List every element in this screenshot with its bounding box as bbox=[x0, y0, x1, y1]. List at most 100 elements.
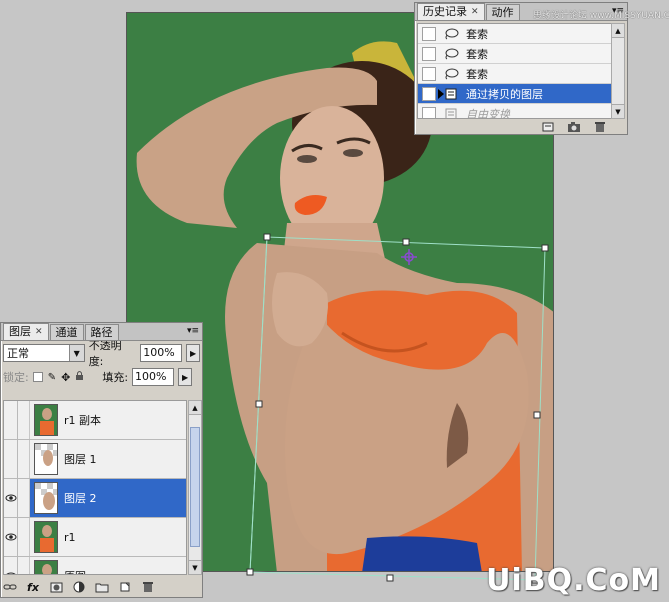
tab-layers[interactable]: 图层 ✕ bbox=[3, 323, 49, 340]
layer-thumbnail bbox=[34, 443, 58, 475]
opacity-slider-arrow-icon[interactable]: ▶ bbox=[186, 344, 200, 362]
lock-transparency-icon[interactable] bbox=[32, 372, 43, 382]
transform-handle-mid-right[interactable] bbox=[533, 411, 541, 419]
history-item[interactable]: 套索 bbox=[418, 64, 612, 84]
layers-scrollbar[interactable]: ▲ ▼ bbox=[188, 400, 202, 575]
transform-handle-bottom-left[interactable] bbox=[246, 568, 254, 576]
layers-list: r1 副本 图层 1 图层 2 r1 bbox=[3, 400, 187, 575]
transform-handle-top-mid[interactable] bbox=[402, 238, 410, 246]
tab-channels[interactable]: 通道 bbox=[49, 324, 84, 340]
eye-icon bbox=[5, 572, 16, 574]
lock-fill-row: 锁定: ✎ ✥ 填充: 100% ▶ bbox=[1, 365, 202, 389]
eye-icon bbox=[5, 533, 16, 541]
scroll-up-icon[interactable]: ▲ bbox=[612, 24, 624, 38]
new-document-from-state-icon[interactable] bbox=[541, 121, 555, 133]
tab-actions[interactable]: 动作 bbox=[485, 4, 520, 20]
blend-mode-select[interactable]: 正常 ▼ bbox=[3, 344, 85, 362]
layer-name: 原图 bbox=[64, 568, 86, 574]
lock-all-icon[interactable] bbox=[75, 370, 84, 384]
camera-icon[interactable] bbox=[567, 121, 581, 133]
link-cell[interactable] bbox=[18, 401, 30, 439]
tab-label: 动作 bbox=[491, 5, 514, 19]
history-state-arrow-icon bbox=[438, 89, 444, 99]
lock-move-icon[interactable]: ✥ bbox=[61, 371, 70, 384]
lock-brush-icon[interactable]: ✎ bbox=[48, 372, 56, 383]
close-icon[interactable]: ✕ bbox=[35, 325, 43, 339]
history-scrollbar[interactable]: ▲ ▼ bbox=[611, 23, 625, 119]
trash-icon[interactable] bbox=[141, 581, 155, 593]
transform-handle-bottom-mid[interactable] bbox=[386, 574, 394, 582]
link-cell[interactable] bbox=[18, 557, 30, 574]
transform-handle-top-right[interactable] bbox=[541, 244, 549, 252]
visibility-toggle[interactable] bbox=[4, 518, 18, 556]
snapshot-checkbox[interactable] bbox=[422, 66, 436, 81]
layer-style-fx-icon[interactable]: fx bbox=[26, 581, 40, 594]
fill-input[interactable]: 100% bbox=[132, 368, 175, 386]
fill-label: 填充: bbox=[102, 371, 129, 384]
snapshot-checkbox[interactable] bbox=[422, 26, 436, 41]
history-item-selected[interactable]: 通过拷贝的图层 bbox=[418, 84, 612, 104]
history-item-label: 套索 bbox=[466, 27, 488, 41]
tab-label: 历史记录 bbox=[423, 5, 467, 18]
layer-thumbnail bbox=[34, 560, 58, 574]
tab-paths[interactable]: 路径 bbox=[84, 324, 119, 340]
history-item[interactable]: 套索 bbox=[418, 44, 612, 64]
layer-name: 图层 1 bbox=[64, 453, 97, 466]
history-list: 套索 套索 套索 通过拷贝的图层 自由变换 bbox=[417, 23, 613, 119]
visibility-toggle[interactable] bbox=[4, 440, 18, 478]
scroll-up-icon[interactable]: ▲ bbox=[189, 401, 201, 415]
adjustment-layer-icon[interactable] bbox=[72, 581, 86, 593]
history-item[interactable]: 套索 bbox=[418, 24, 612, 44]
panel-menu-icon[interactable]: ▾≡ bbox=[187, 326, 199, 336]
close-icon[interactable]: ✕ bbox=[471, 5, 479, 19]
link-layers-icon[interactable] bbox=[3, 581, 17, 593]
visibility-toggle[interactable] bbox=[4, 479, 18, 517]
layers-panel: 图层 ✕ 通道 路径 ▾≡ 正常 ▼ 不透明度: 100% ▶ 锁定: ✎ ✥ … bbox=[0, 322, 203, 598]
visibility-toggle[interactable] bbox=[4, 401, 18, 439]
new-group-folder-icon[interactable] bbox=[95, 581, 109, 593]
forum-watermark: 思缘设计论坛 www.MISSYUAN.COM bbox=[533, 11, 669, 21]
snapshot-checkbox[interactable] bbox=[422, 86, 436, 101]
new-layer-icon[interactable] bbox=[118, 581, 132, 593]
lasso-icon bbox=[442, 67, 460, 81]
layer-row[interactable]: r1 bbox=[4, 518, 186, 557]
transform-handle-mid-left[interactable] bbox=[255, 400, 263, 408]
opacity-label: 不透明度: bbox=[88, 339, 122, 368]
history-item-label: 套索 bbox=[466, 67, 488, 81]
lasso-icon bbox=[442, 27, 460, 41]
history-item-label: 通过拷贝的图层 bbox=[466, 87, 543, 101]
scroll-thumb[interactable] bbox=[190, 427, 200, 547]
snapshot-checkbox[interactable] bbox=[422, 46, 436, 61]
tab-history[interactable]: 历史记录 ✕ bbox=[417, 3, 485, 20]
scroll-down-icon[interactable]: ▼ bbox=[189, 560, 201, 574]
tab-label: 通道 bbox=[55, 325, 78, 339]
fill-slider-arrow-icon[interactable]: ▶ bbox=[178, 368, 193, 386]
layer-thumbnail bbox=[34, 521, 58, 553]
layer-thumbnail bbox=[34, 404, 58, 436]
layer-row[interactable]: r1 副本 bbox=[4, 401, 186, 440]
layers-tabbar: 图层 ✕ 通道 路径 ▾≡ bbox=[1, 323, 202, 341]
chevron-down-icon[interactable]: ▼ bbox=[68, 345, 84, 361]
transform-handle-top-left[interactable] bbox=[263, 233, 271, 241]
layer-row-selected[interactable]: 图层 2 bbox=[4, 479, 186, 518]
trash-icon[interactable] bbox=[593, 121, 607, 133]
history-footer bbox=[417, 120, 625, 134]
site-watermark: UiBQ.CoM bbox=[486, 563, 661, 598]
opacity-input[interactable]: 100% bbox=[140, 344, 183, 362]
layer-name: r1 bbox=[64, 530, 76, 544]
visibility-toggle[interactable] bbox=[4, 557, 18, 574]
history-item-disabled[interactable]: 自由变换 bbox=[418, 104, 612, 118]
snapshot-checkbox[interactable] bbox=[422, 106, 436, 118]
layer-row[interactable]: 原图 bbox=[4, 557, 186, 574]
blend-opacity-row: 正常 ▼ 不透明度: 100% ▶ bbox=[1, 339, 202, 368]
add-mask-icon[interactable] bbox=[49, 581, 63, 593]
link-cell[interactable] bbox=[18, 518, 30, 556]
tab-label: 图层 bbox=[9, 325, 31, 338]
lock-label: 锁定: bbox=[3, 371, 29, 384]
layer-row[interactable]: 图层 1 bbox=[4, 440, 186, 479]
link-cell[interactable] bbox=[18, 479, 30, 517]
layers-footer: fx bbox=[1, 577, 202, 597]
link-cell[interactable] bbox=[18, 440, 30, 478]
layer-name: 图层 2 bbox=[64, 492, 97, 505]
scroll-down-icon[interactable]: ▼ bbox=[612, 104, 624, 118]
